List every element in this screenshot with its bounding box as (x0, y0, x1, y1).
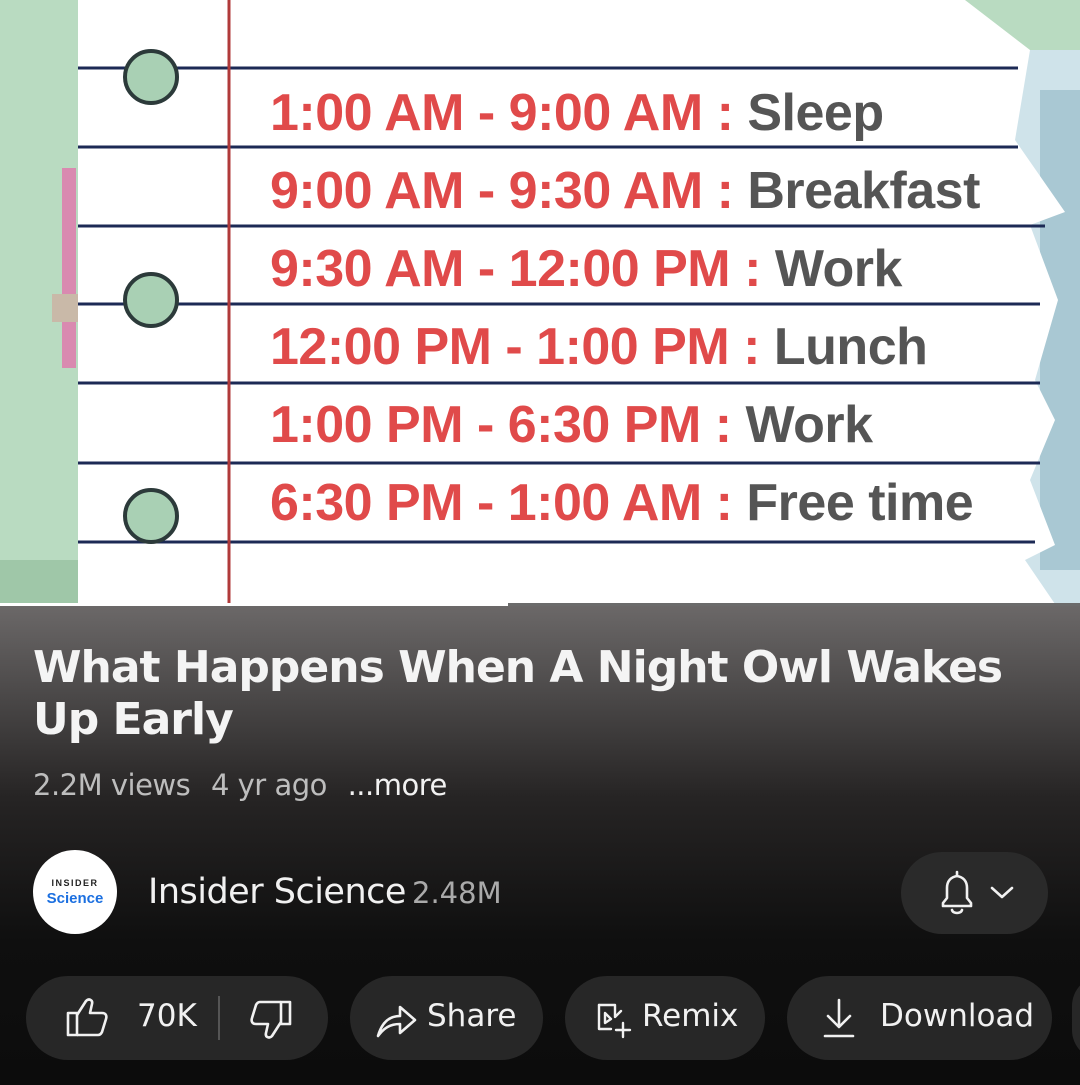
channel-logo-line1: INSIDER (51, 878, 99, 888)
video-player[interactable]: 1:00 AM - 9:00 AM : Sleep 9:00 AM - 9:30… (0, 0, 1080, 606)
remix-icon (597, 1003, 632, 1039)
bell-icon (941, 870, 1014, 915)
schedule-row: 6:30 PM - 1:00 AM : Free time (270, 468, 980, 546)
remix-label: Remix (642, 998, 739, 1034)
schedule-row: 12:00 PM - 1:00 PM : Lunch (270, 312, 980, 390)
channel-name[interactable]: Insider Science (148, 872, 406, 912)
thumbs-down-icon (250, 1000, 292, 1039)
schedule-separator: : (714, 396, 746, 454)
schedule-list: 1:00 AM - 9:00 AM : Sleep 9:00 AM - 9:30… (270, 78, 980, 546)
schedule-row: 9:30 AM - 12:00 PM : Work (270, 234, 980, 312)
chevron-down-icon (990, 886, 1014, 899)
upload-age: 4 yr ago (210, 768, 327, 802)
schedule-activity: Work (774, 240, 903, 298)
schedule-separator: : (715, 474, 747, 532)
thumbs-up-icon (66, 998, 108, 1037)
video-info-panel: What Happens When A Night Owl Wakes Up E… (0, 606, 1080, 1085)
schedule-time: 9:00 AM - 9:30 AM (270, 162, 703, 220)
schedule-separator: : (743, 318, 774, 376)
schedule-time: 12:00 PM - 1:00 PM (270, 318, 730, 376)
schedule-activity: Breakfast (747, 162, 980, 220)
like-count: 70K (137, 998, 197, 1034)
schedule-activity: Lunch (773, 318, 928, 376)
action-bar: 70K Share Remix Download (26, 976, 1080, 1060)
download-button[interactable]: Download (787, 976, 1052, 1060)
channel-logo-line2: Science (46, 890, 104, 907)
schedule-activity: Work (745, 396, 873, 454)
like-dislike-group: 70K (26, 976, 328, 1060)
video-meta[interactable]: 2.2M views 4 yr ago ...more (33, 768, 459, 802)
notification-bell-button[interactable] (901, 852, 1048, 934)
schedule-separator: : (716, 162, 748, 220)
share-icon (376, 1005, 417, 1038)
schedule-time: 6:30 PM - 1:00 AM (270, 474, 702, 532)
download-icon (823, 998, 855, 1038)
view-count: 2.2M views (33, 768, 191, 802)
more-link[interactable]: ...more (348, 768, 448, 802)
subscriber-count: 2.48M (412, 876, 502, 910)
schedule-activity: Free time (746, 474, 974, 532)
schedule-time: 9:30 AM - 12:00 PM (270, 240, 731, 298)
share-button[interactable]: Share (350, 976, 543, 1060)
remix-button[interactable]: Remix (565, 976, 765, 1060)
schedule-time: 1:00 PM - 6:30 PM (270, 396, 701, 454)
schedule-separator: : (744, 240, 775, 298)
channel-avatar[interactable]: INSIDER Science (33, 850, 117, 934)
schedule-row: 1:00 PM - 6:30 PM : Work (270, 390, 980, 468)
download-label: Download (880, 998, 1035, 1034)
schedule-separator: : (716, 84, 748, 142)
video-title[interactable]: What Happens When A Night Owl Wakes Up E… (33, 642, 1033, 746)
schedule-time: 1:00 AM - 9:00 AM (270, 84, 703, 142)
channel-row: INSIDER Science Insider Science 2.48M (33, 850, 1048, 936)
schedule-row: 9:00 AM - 9:30 AM : Breakfast (270, 156, 980, 234)
dislike-button[interactable] (220, 976, 328, 1060)
schedule-row: 1:00 AM - 9:00 AM : Sleep (270, 78, 980, 156)
more-actions-button[interactable] (1072, 976, 1080, 1060)
like-button[interactable]: 70K (26, 976, 218, 1060)
share-label: Share (427, 998, 517, 1034)
schedule-activity: Sleep (747, 84, 884, 142)
